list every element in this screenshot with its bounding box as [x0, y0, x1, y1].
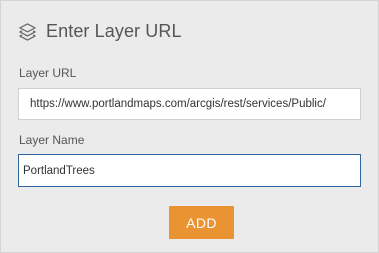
layer-name-input[interactable]	[18, 154, 361, 187]
layer-name-label: Layer Name	[19, 133, 85, 147]
layers-icon	[19, 22, 36, 41]
layer-url-label: Layer URL	[19, 66, 77, 80]
panel-header: Enter Layer URL	[18, 19, 182, 43]
panel-title: Enter Layer URL	[46, 20, 182, 41]
layer-url-input[interactable]	[18, 88, 361, 120]
add-layer-panel: Enter Layer URL Layer URL Layer Name ADD	[0, 0, 379, 253]
add-button[interactable]: ADD	[169, 206, 234, 239]
